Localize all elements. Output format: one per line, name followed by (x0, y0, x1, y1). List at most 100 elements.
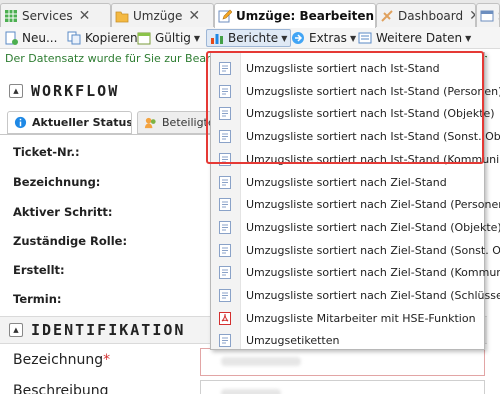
menu-item-label: Umzugsliste sortiert nach Ziel-Stand (Ko… (246, 266, 500, 280)
pdf-icon (219, 311, 231, 325)
menu-item-label: Umzugsetiketten (246, 334, 340, 348)
menu-item-report[interactable]: Umzugsliste sortiert nach Ist-Stand (211, 57, 484, 80)
reports-menu: Umzugsliste sortiert nach Ist-Stand Umzug… (210, 52, 500, 352)
copy-label: Kopieren (85, 31, 138, 45)
workflow-tabs: Aktueller Status Beteiligte (7, 111, 212, 134)
required-marker: * (103, 352, 111, 368)
window-icon (480, 10, 494, 21)
menu-item-label: Umzugsliste Mitarbeiter mit HSE-Funktion (246, 311, 476, 325)
menu-item-report[interactable]: Umzugsliste sortiert nach Ziel-Stand (So… (211, 239, 500, 262)
valid-label: Gültig (155, 31, 191, 45)
people-icon (144, 117, 156, 129)
chevron-down-icon: ▼ (281, 33, 288, 43)
deadline-label: Termin: (13, 292, 62, 306)
menu-item-report[interactable]: Umzugsliste Mitarbeiter mit HSE-Funktion (211, 307, 484, 330)
reports-label: Berichte (228, 31, 279, 45)
tab-participants-label: Beteiligte (162, 116, 212, 129)
menu-item-label: Umzugsliste sortiert nach Ist-Stand (246, 62, 440, 75)
document-icon (219, 289, 231, 302)
document-icon (219, 130, 231, 144)
designation-field-label: Bezeichnung* (13, 352, 110, 368)
document-icon (219, 220, 231, 234)
document-icon (219, 266, 231, 280)
menu-item-report[interactable]: Umzugsetiketten (211, 329, 484, 352)
copy-button[interactable]: Kopieren (67, 29, 138, 47)
tab-label: Umzüge: Bearbeiten (236, 9, 375, 23)
menu-item-report[interactable]: Umzugsliste sortiert nach Ist-Stand (Kom… (211, 148, 500, 171)
reports-button[interactable]: Berichte ▼ (206, 29, 292, 47)
tab-label: Umzüge (133, 8, 183, 23)
identification-title: IDENTIFIKATION (31, 321, 186, 339)
menu-item-report[interactable]: Umzugsliste sortiert nach Ziel-Stand (Ob… (211, 216, 500, 239)
menu-item-label: Umzugsliste sortiert nach Ziel-Stand (Ob… (246, 220, 500, 234)
document-icon (219, 198, 231, 212)
designation-label: Bezeichnung: (13, 175, 101, 189)
tab-current-status-label: Aktueller Status (32, 116, 132, 129)
edit-icon (218, 9, 232, 23)
responsible-role-label: Zuständige Rolle: (13, 234, 128, 248)
description-field-label: Beschreibung (13, 383, 109, 394)
description-input[interactable] (200, 380, 485, 394)
menu-item-label: Umzugsliste sortiert nach Ist-Stand (Kom… (246, 152, 500, 166)
menu-item-label: Umzugsliste sortiert nach Ist-Stand (Son… (246, 130, 500, 144)
close-icon[interactable]: ✕ (79, 8, 91, 24)
workflow-title: WORKFLOW (31, 82, 120, 100)
chevron-down-icon: ▼ (465, 33, 472, 43)
document-icon (219, 243, 231, 257)
tab-label: Dashboard (398, 8, 464, 23)
chevron-down-icon: ▼ (349, 33, 357, 43)
tab-se[interactable]: Se (476, 3, 500, 27)
workflow-header[interactable]: ▲ WORKFLOW (9, 80, 119, 102)
extras-button[interactable]: Extras ▼ (291, 29, 356, 47)
designation-field-text: Bezeichnung (13, 352, 104, 368)
tab-label: Services (22, 8, 73, 23)
grid-icon (5, 9, 17, 22)
menu-item-report[interactable]: Umzugsliste sortiert nach Ist-Stand (Obj… (211, 102, 495, 125)
collapse-icon[interactable]: ▲ (9, 323, 23, 337)
tab-services[interactable]: Services ✕ (0, 3, 111, 27)
blurred-value (221, 357, 301, 366)
menu-item-report[interactable]: Umzugsliste sortiert nach Ziel-Stand (Pe… (211, 193, 500, 216)
divider (0, 134, 210, 135)
menu-item-label: Umzugsliste sortiert nach Ziel-Stand (Pe… (246, 198, 500, 212)
arrow-right-icon (292, 32, 304, 44)
more-data-button[interactable]: Weitere Daten ▼ (358, 29, 471, 47)
document-icon (219, 175, 231, 189)
tab-participants[interactable]: Beteiligte (137, 111, 212, 134)
data-icon (358, 32, 372, 44)
new-document-icon (5, 31, 18, 45)
document-icon (219, 62, 231, 75)
menu-item-label: Umzugsliste sortiert nach Ist-Stand (Per… (246, 84, 500, 98)
more-data-label: Weitere Daten (376, 31, 463, 45)
info-icon (14, 116, 27, 129)
close-icon[interactable]: ✕ (188, 8, 200, 24)
active-step-label: Aktiver Schritt: (13, 205, 113, 219)
dashboard-icon (381, 9, 393, 22)
copy-icon (67, 31, 81, 45)
menu-item-report[interactable]: Umzugsliste sortiert nach Ziel-Stand (211, 171, 484, 194)
close-icon[interactable]: ✕ (469, 8, 475, 24)
menu-item-report[interactable]: Umzugsliste sortiert nach Ziel-Stand (Ko… (211, 261, 500, 284)
menu-item-label: Umzugsliste sortiert nach Ist-Stand (Obj… (246, 107, 495, 121)
toolbar: Neu... Kopieren Gültig ▼ Berichte ▼ Extr… (0, 27, 500, 49)
collapse-icon[interactable]: ▲ (9, 84, 23, 98)
menu-item-report[interactable]: Umzugsliste sortiert nach Ist-Stand (Per… (211, 80, 500, 103)
document-icon (219, 334, 231, 348)
new-button[interactable]: Neu... (4, 29, 57, 47)
bar-chart-icon (211, 34, 223, 44)
ticket-number-label: Ticket-Nr.: (13, 145, 80, 159)
valid-button[interactable]: Gültig ▼ (137, 29, 200, 47)
folder-icon (115, 11, 129, 22)
info-message: Der Datensatz wurde für Sie zur Bearbe (5, 52, 225, 65)
tab-current-status[interactable]: Aktueller Status (7, 111, 132, 134)
menu-item-report[interactable]: Umzugsliste sortiert nach Ziel-Stand (Sc… (211, 284, 500, 307)
new-label: Neu... (22, 31, 58, 45)
menu-item-label: Umzugsliste sortiert nach Ziel-Stand (246, 175, 447, 189)
tab-bar: Services ✕ Umzüge ✕ Umzüge: Bearbeiten ✕… (0, 0, 500, 28)
tab-umzuege[interactable]: Umzüge ✕ (111, 3, 214, 27)
identification-header[interactable]: ▲ IDENTIFIKATION (9, 319, 185, 341)
tab-umzuege-bearbeiten[interactable]: Umzüge: Bearbeiten ✕ (214, 3, 376, 28)
tab-dashboard[interactable]: Dashboard ✕ (376, 3, 476, 27)
blurred-value (221, 389, 281, 394)
menu-item-report[interactable]: Umzugsliste sortiert nach Ist-Stand (Son… (211, 125, 500, 148)
